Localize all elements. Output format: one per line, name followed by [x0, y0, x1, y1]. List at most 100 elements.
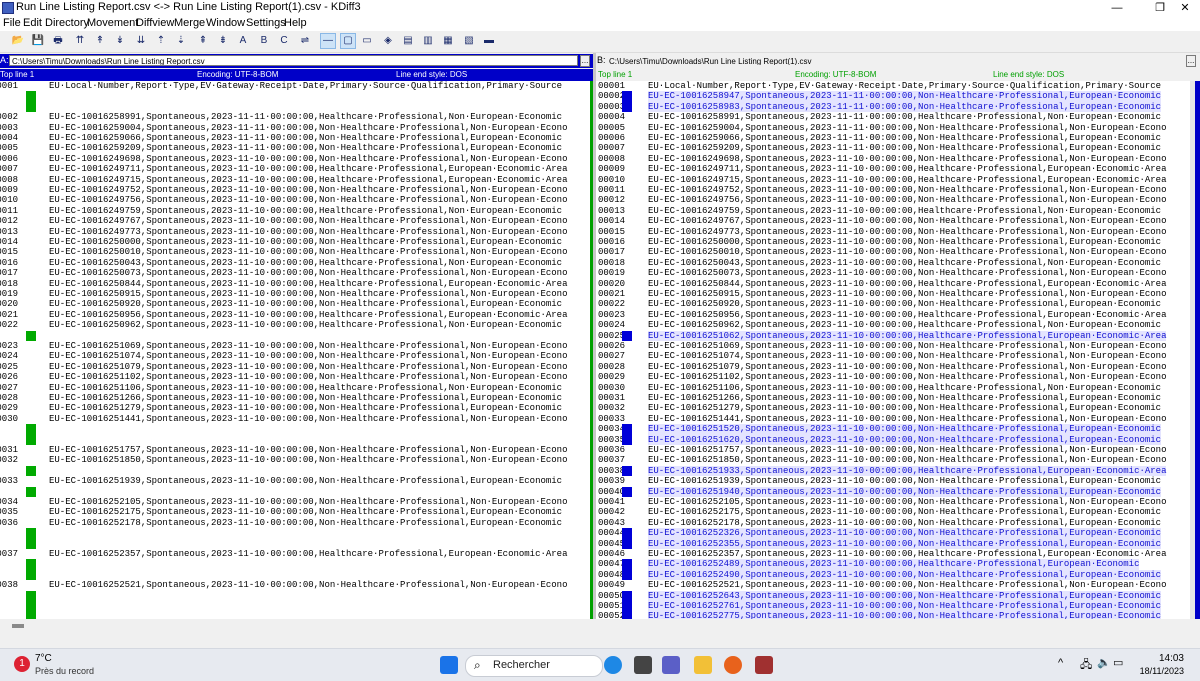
diff-line[interactable] [0, 590, 590, 601]
diff-line[interactable]: 00052 EU-EC-10016252775,Spontaneous,2023-… [596, 611, 1190, 619]
diff-line[interactable]: 00024 EU-EC-10016250962,Spontaneous,2023-… [596, 320, 1190, 330]
diff-line[interactable]: 00002 EU-EC-10016258991,Spontaneous,2023-… [0, 112, 590, 122]
explorer-icon[interactable] [694, 656, 712, 674]
diff-line[interactable]: 00032 EU-EC-10016251279,Spontaneous,2023-… [596, 403, 1190, 413]
diff-line[interactable]: 00015 EU-EC-10016250010,Spontaneous,2023-… [0, 247, 590, 257]
diff-line[interactable]: 00040 EU-EC-10016251940,Spontaneous,2023-… [596, 486, 1190, 497]
speaker-icon[interactable]: 🔈 [1097, 656, 1111, 669]
open-icon[interactable]: 📂 [11, 34, 25, 48]
show-whitespace-icon[interactable]: ▢ [340, 33, 356, 49]
diff-line[interactable] [0, 434, 590, 445]
diff-line[interactable]: 00021 EU-EC-10016250956,Spontaneous,2023-… [0, 310, 590, 320]
diff-line[interactable]: 00030 EU-EC-10016251106,Spontaneous,2023-… [596, 383, 1190, 393]
menu-directory[interactable]: Directory [45, 17, 89, 29]
toggle-split-icon[interactable]: ▧ [462, 34, 476, 48]
diff-line[interactable]: 00049 EU-EC-10016252521,Spontaneous,2023-… [596, 580, 1190, 590]
menu-movement[interactable]: Movement [87, 17, 138, 29]
prev-delta-icon[interactable]: ↟ [93, 34, 107, 48]
diff-line[interactable]: 00007 EU-EC-10016249711,Spontaneous,2023-… [0, 164, 590, 174]
diff-line[interactable]: 00042 EU-EC-10016252175,Spontaneous,2023-… [596, 507, 1190, 517]
print-icon[interactable]: 🖶 [51, 34, 65, 48]
diff-line[interactable]: 00033 EU-EC-10016251441,Spontaneous,2023-… [596, 414, 1190, 424]
diff-line[interactable]: 00030 EU-EC-10016251441,Spontaneous,2023-… [0, 414, 590, 424]
diff-line[interactable]: 00033 EU-EC-10016251939,Spontaneous,2023-… [0, 476, 590, 486]
tray-chevron-icon[interactable]: ^ [1058, 657, 1063, 669]
chat-icon[interactable] [662, 656, 680, 674]
weather-badge[interactable]: 1 [14, 656, 30, 672]
auto-solve-icon[interactable]: ⇌ [298, 34, 312, 48]
pane-a-path-input[interactable]: C:\Users\Timu\Downloads\Run Line Listing… [9, 55, 578, 66]
overview-icon[interactable]: ◈ [381, 34, 395, 48]
diff-line[interactable]: 00025 EU-EC-10016251079,Spontaneous,2023-… [0, 362, 590, 372]
diff-line[interactable]: 00048 EU-EC-10016252490,Spontaneous,2023-… [596, 569, 1190, 581]
diff-line[interactable]: 00038 EU-EC-10016251933,Spontaneous,2023-… [596, 465, 1190, 477]
diff-line[interactable]: 00028 EU-EC-10016251266,Spontaneous,2023-… [0, 393, 590, 403]
search-box[interactable]: ⌕ Rechercher [465, 655, 603, 677]
menu-file[interactable]: File [3, 17, 21, 29]
diff-line[interactable]: 00008 EU-EC-10016249715,Spontaneous,2023-… [0, 175, 590, 185]
save-icon[interactable]: 💾 [31, 34, 45, 48]
diff-line[interactable]: 00019 EU-EC-10016250915,Spontaneous,2023-… [0, 289, 590, 299]
diff-line[interactable]: 00026 EU-EC-10016251069,Spontaneous,2023-… [596, 341, 1190, 351]
diff-line[interactable]: 00022 EU-EC-10016250962,Spontaneous,2023-… [0, 320, 590, 330]
diff-line[interactable]: 00029 EU-EC-10016251102,Spontaneous,2023-… [596, 372, 1190, 382]
diff-line[interactable]: 00012 EU-EC-10016249756,Spontaneous,2023-… [596, 195, 1190, 205]
vertical-scrollbar[interactable] [1190, 81, 1200, 619]
pane-a-text-view[interactable]: 00001 EU·Local·Number,Report·Type,EV·Gate… [0, 81, 590, 619]
diff-line[interactable]: 00027 EU-EC-10016251106,Spontaneous,2023-… [0, 383, 590, 393]
diff-line[interactable]: 00031 EU-EC-10016251266,Spontaneous,2023-… [596, 393, 1190, 403]
last-delta-icon[interactable]: ⇊ [134, 34, 148, 48]
diff-line[interactable]: 00017 EU-EC-10016250073,Spontaneous,2023-… [0, 268, 590, 278]
prev-conflict-icon[interactable]: ⇡ [154, 34, 168, 48]
next-delta-icon[interactable]: ↡ [113, 34, 127, 48]
diff-line[interactable] [0, 528, 590, 539]
pane-a-browse-button[interactable]: ... [580, 55, 590, 67]
task-view-icon[interactable] [634, 656, 652, 674]
pane-b-path-input[interactable]: C:\Users\Timu\Downloads\Run Line Listing… [606, 55, 1184, 66]
menu-merge[interactable]: Merge [174, 17, 205, 29]
diff-line[interactable]: 00021 EU-EC-10016250915,Spontaneous,2023-… [596, 289, 1190, 299]
diff-line[interactable]: 00011 EU-EC-10016249752,Spontaneous,2023-… [596, 185, 1190, 195]
diff-line[interactable]: 00024 EU-EC-10016251074,Spontaneous,2023-… [0, 351, 590, 361]
menu-settings[interactable]: Settings [246, 17, 286, 29]
diff-line[interactable]: 00047 EU-EC-10016252489,Spontaneous,2023-… [596, 559, 1190, 570]
diff-line[interactable]: 00020 EU-EC-10016250844,Spontaneous,2023-… [596, 279, 1190, 289]
wifi-icon[interactable]: 🖧 [1080, 656, 1092, 675]
diff-line[interactable]: 00020 EU-EC-10016250920,Spontaneous,2023-… [0, 299, 590, 309]
diff-line[interactable] [0, 465, 590, 477]
diff-line[interactable]: 00027 EU-EC-10016251074,Spontaneous,2023-… [596, 351, 1190, 361]
menu-help[interactable]: Help [284, 17, 307, 29]
diff-line[interactable]: 00031 EU-EC-10016251757,Spontaneous,2023-… [0, 445, 590, 455]
diff-line[interactable]: 00028 EU-EC-10016251079,Spontaneous,2023-… [596, 362, 1190, 372]
diff-line[interactable]: 00037 EU-EC-10016251850,Spontaneous,2023-… [596, 455, 1190, 465]
diff-line[interactable] [0, 538, 590, 549]
diff-line[interactable]: 00045 EU-EC-10016252355,Spontaneous,2023-… [596, 538, 1190, 549]
clock-date[interactable]: 18/11/2023 [1128, 666, 1184, 676]
menu-edit[interactable]: Edit [23, 17, 42, 29]
diff-line[interactable]: 00032 EU-EC-10016251850,Spontaneous,2023-… [0, 455, 590, 465]
diff-line[interactable]: 00014 EU-EC-10016249767,Spontaneous,2023-… [596, 216, 1190, 226]
diff-line[interactable]: 00034 EU-EC-10016252105,Spontaneous,2023-… [0, 497, 590, 507]
diff-line[interactable]: 00005 EU-EC-10016259209,Spontaneous,2023-… [0, 143, 590, 153]
diff-line[interactable]: 00050 EU-EC-10016252643,Spontaneous,2023-… [596, 590, 1190, 601]
diff-line[interactable]: 00036 EU-EC-10016251757,Spontaneous,2023-… [596, 445, 1190, 455]
diff-line[interactable] [0, 611, 590, 619]
diff-line[interactable]: 00009 EU-EC-10016249711,Spontaneous,2023-… [596, 164, 1190, 174]
diff-line[interactable]: 00008 EU-EC-10016249698,Spontaneous,2023-… [596, 154, 1190, 164]
diff-line[interactable]: 00025 EU-EC-10016251062,Spontaneous,2023-… [596, 330, 1190, 341]
window-a-icon[interactable]: ▤ [401, 34, 415, 48]
diff-line[interactable]: 00009 EU-EC-10016249752,Spontaneous,2023-… [0, 185, 590, 195]
next-conflict-icon[interactable]: ⇣ [174, 34, 188, 48]
diff-line[interactable]: 00043 EU-EC-10016252178,Spontaneous,2023-… [596, 518, 1190, 528]
diff-line[interactable]: 00038 EU-EC-10016252521,Spontaneous,2023-… [0, 580, 590, 590]
weather-desc[interactable]: Près du record [35, 666, 94, 676]
diff-line[interactable]: 00002 EU-EC-10016258947,Spontaneous,2023-… [596, 91, 1190, 102]
copilot-icon[interactable] [604, 656, 622, 674]
weather-temp[interactable]: 7°C [35, 653, 52, 664]
kdiff3-icon[interactable] [755, 656, 773, 674]
battery-icon[interactable]: ▭ [1113, 656, 1123, 669]
diff-line[interactable]: 00016 EU-EC-10016250043,Spontaneous,2023-… [0, 258, 590, 268]
pane-b-browse-button[interactable]: ... [1186, 55, 1196, 67]
diff-line[interactable]: 00013 EU-EC-10016249773,Spontaneous,2023-… [0, 227, 590, 237]
diff-line[interactable] [0, 91, 590, 102]
